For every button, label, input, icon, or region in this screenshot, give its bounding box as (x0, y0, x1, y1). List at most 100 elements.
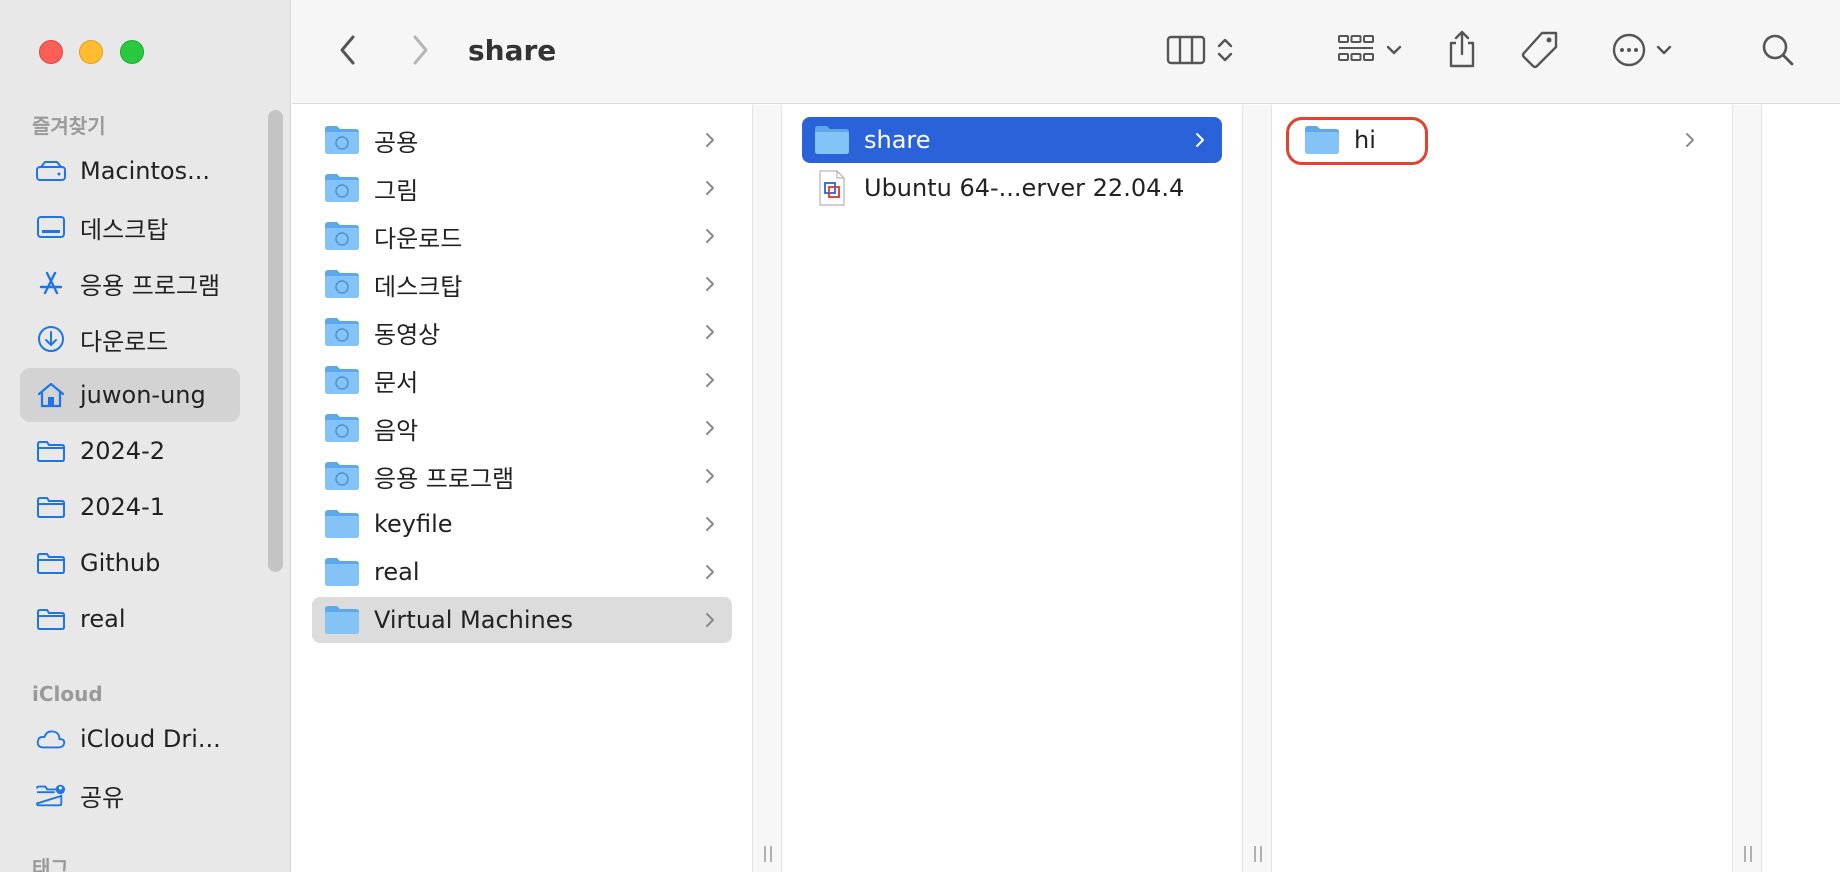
toolbar: share (292, 0, 1840, 104)
folder-icon (36, 436, 66, 466)
window-title: share (468, 34, 557, 67)
zoom-window-button[interactable] (120, 40, 144, 64)
chevron-right-icon (706, 133, 714, 147)
item-label: keyfile (374, 510, 453, 538)
folder-icon (324, 173, 360, 203)
view-mode-button[interactable] (1160, 30, 1240, 70)
column-virtual-machines: share Ubuntu 64-...erver 22.04.4 (782, 105, 1242, 872)
item-label: 그림 (374, 176, 419, 205)
sidebar-item-icloud-drive[interactable]: iCloud Dri... (20, 712, 240, 766)
search-icon (1762, 34, 1794, 66)
sidebar-item-real[interactable]: real (20, 592, 240, 646)
tag-icon (1521, 31, 1558, 69)
search-button[interactable] (1758, 30, 1798, 70)
list-item[interactable]: share (802, 117, 1222, 163)
sidebar-item-applications[interactable]: 응용 프로그램 (20, 256, 240, 310)
applications-icon (36, 268, 66, 298)
sidebar-item-label: 응용 프로그램 (80, 271, 221, 300)
desktop-icon (36, 212, 66, 242)
folder-icon (324, 365, 360, 395)
folder-icon (324, 317, 360, 347)
sidebar-item-macintosh-hd[interactable]: Macintos... (20, 144, 240, 198)
chevron-right-icon (706, 469, 714, 483)
list-item[interactable]: real (312, 549, 732, 595)
more-actions-button[interactable] (1604, 30, 1680, 70)
sidebar-item-shared[interactable]: 공유 (20, 768, 240, 822)
forward-button[interactable] (402, 32, 438, 68)
minimize-window-button[interactable] (79, 40, 103, 64)
list-item[interactable]: 데스크탑 (312, 261, 732, 307)
sidebar-item-github[interactable]: Github (20, 536, 240, 590)
column-resize-handle[interactable] (1242, 105, 1272, 872)
chevron-right-icon (706, 517, 714, 531)
list-item[interactable]: 그림 (312, 165, 732, 211)
chevron-right-icon (706, 181, 714, 195)
folder-icon (324, 461, 360, 491)
sidebar-item-downloads[interactable]: 다운로드 (20, 312, 240, 366)
icloud-header: iCloud (32, 682, 103, 706)
item-label: 응용 프로그램 (374, 464, 515, 493)
column-empty (1762, 105, 1840, 872)
list-item[interactable]: Virtual Machines (312, 597, 732, 643)
tags-header: 태그 (32, 856, 69, 872)
close-window-button[interactable] (39, 40, 63, 64)
sidebar-item-label: 데스크탑 (80, 215, 169, 244)
folder-icon (324, 125, 360, 155)
list-item[interactable]: keyfile (312, 501, 732, 547)
folder-icon (36, 492, 66, 522)
folder-icon (36, 604, 66, 634)
column-home: 공용그림다운로드데스크탑동영상문서음악응용 프로그램 keyfile real Vir… (292, 105, 752, 872)
folder-icon (324, 269, 360, 299)
item-label: 동영상 (374, 320, 441, 349)
list-item[interactable]: Ubuntu 64-...erver 22.04.4 (802, 165, 1222, 211)
sidebar-item-desktop[interactable]: 데스크탑 (20, 200, 240, 254)
chevron-right-icon (706, 325, 714, 339)
folder-icon (324, 557, 360, 587)
chevron-right-icon (706, 229, 714, 243)
sidebar-scrollbar[interactable] (268, 110, 283, 572)
item-label: Virtual Machines (374, 606, 574, 634)
back-chevron-icon (340, 35, 355, 65)
tag-button[interactable] (1518, 28, 1562, 72)
forward-chevron-icon (413, 35, 428, 65)
home-icon (36, 380, 66, 410)
sidebar-item-2024-1[interactable]: 2024-1 (20, 480, 240, 534)
list-item[interactable]: 다운로드 (312, 213, 732, 259)
list-item[interactable]: 동영상 (312, 309, 732, 355)
folder-icon (324, 605, 360, 635)
chevron-right-icon (1196, 133, 1204, 147)
up-down-chevron-icon (1217, 38, 1233, 62)
item-label: 음악 (374, 416, 419, 445)
item-label: share (864, 126, 931, 154)
folder-icon (324, 509, 360, 539)
sidebar: 즐겨찾기 Macintos... 데스크탑 응용 프로그램 다운로드 juwon… (0, 0, 291, 872)
annotation-highlight (1286, 117, 1428, 165)
back-button[interactable] (330, 32, 366, 68)
list-item[interactable]: 공용 (312, 117, 732, 163)
chevron-right-icon (1686, 133, 1694, 147)
item-label: real (374, 558, 420, 586)
share-button[interactable] (1442, 26, 1482, 72)
column-resize-handle[interactable] (752, 105, 782, 872)
item-label: 데스크탑 (374, 272, 463, 301)
sidebar-item-label: juwon-ung (80, 381, 206, 409)
item-label: 공용 (374, 128, 419, 157)
group-grid-icon (1338, 35, 1374, 61)
vm-file-icon (814, 170, 850, 206)
list-item[interactable]: 음악 (312, 405, 732, 451)
more-icon (1612, 33, 1646, 67)
favorites-header: 즐겨찾기 (32, 114, 106, 138)
hard-drive-icon (36, 156, 66, 186)
folder-icon (36, 548, 66, 578)
sidebar-item-label: Macintos... (80, 157, 210, 185)
sidebar-item-2024-2[interactable]: 2024-2 (20, 424, 240, 478)
chevron-right-icon (706, 373, 714, 387)
column-resize-handle[interactable] (1732, 105, 1762, 872)
group-button[interactable] (1330, 30, 1410, 70)
chevron-right-icon (706, 613, 714, 627)
list-item[interactable]: 문서 (312, 357, 732, 403)
share-icon (1449, 30, 1475, 68)
list-item[interactable]: 응용 프로그램 (312, 453, 732, 499)
sidebar-item-home[interactable]: juwon-ung (20, 368, 240, 422)
chevron-right-icon (706, 565, 714, 579)
